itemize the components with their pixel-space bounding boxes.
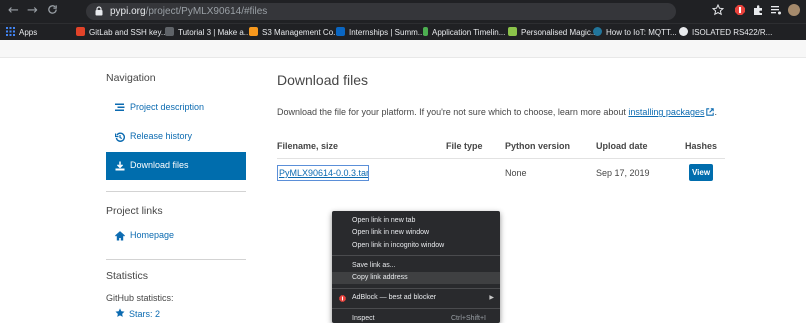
bookmark-tutorial[interactable]: Tutorial 3 | Make a...: [165, 26, 250, 39]
header-file-type: File type: [446, 141, 483, 151]
bookmark-gitlab[interactable]: GitLab and SSH key...: [76, 26, 168, 39]
menu-adblock[interactable]: AdBlock — best ad blocker ▶: [332, 292, 500, 304]
aws-icon: [249, 27, 258, 36]
menu-open-incognito[interactable]: Open link in incognito window: [332, 240, 500, 252]
internships-icon: [336, 27, 345, 36]
star-icon[interactable]: [712, 4, 724, 16]
forward-icon[interactable]: →: [27, 3, 38, 19]
adblock-extension-icon[interactable]: [734, 4, 746, 16]
star-icon: [115, 308, 125, 317]
nav-label: Release history: [130, 131, 193, 141]
nav-release-history[interactable]: Release history: [106, 123, 246, 151]
url-text: pypi.org/project/PyMLX90614/#files: [110, 6, 268, 17]
nav-download-files[interactable]: Download files: [106, 152, 246, 180]
menu-save-link-as[interactable]: Save link as...: [332, 260, 500, 272]
context-menu: Open link in new tab Open link in new wi…: [332, 211, 500, 323]
apps-grid-icon: [6, 27, 15, 36]
table-divider: [277, 158, 725, 159]
view-hashes-button[interactable]: View: [689, 164, 713, 181]
adblock-icon: [339, 295, 346, 303]
intro-text: Download the file for your platform. If …: [277, 107, 717, 117]
wordpress-icon: [593, 27, 602, 36]
python-version-cell: None: [505, 168, 527, 178]
file-download-link[interactable]: PyMLX90614-0.0.3.tar.gz: [277, 165, 369, 181]
installing-packages-link[interactable]: installing packages: [628, 107, 704, 117]
menu-separator: [332, 255, 500, 257]
history-icon: [115, 132, 125, 142]
bookmark-apps[interactable]: Apps: [6, 26, 37, 39]
application-icon: [423, 27, 428, 36]
reload-icon[interactable]: [47, 4, 58, 20]
address-bar[interactable]: pypi.org/project/PyMLX90614/#files: [86, 3, 676, 20]
back-icon[interactable]: ←: [8, 3, 19, 19]
extensions-puzzle-icon[interactable]: [752, 4, 764, 16]
download-icon: [115, 161, 125, 171]
inspect-shortcut: Ctrl+Shift+I: [450, 314, 486, 322]
bookmark-internships[interactable]: Internships | Summ...: [336, 26, 424, 39]
menu-separator: [332, 308, 500, 310]
bookmarks-bar: Apps GitLab and SSH key... Tutorial 3 | …: [0, 23, 806, 40]
header-python-version: Python version: [505, 141, 571, 151]
header-hashes: Hashes: [685, 141, 718, 151]
menu-inspect[interactable]: Inspect Ctrl+Shift+I: [332, 313, 500, 323]
browser-toolbar: ← → pypi.org/project/PyMLX90614/#files: [0, 0, 806, 23]
upload-date-cell: Sep 17, 2019: [596, 168, 650, 178]
menu-open-new-window[interactable]: Open link in new window: [332, 227, 500, 239]
divider: [106, 191, 246, 192]
navigation-heading: Navigation: [106, 72, 156, 84]
align-left-icon: [115, 103, 125, 111]
statistics-heading: Statistics: [106, 270, 149, 282]
personalised-icon: [508, 27, 517, 36]
home-icon: [115, 231, 125, 241]
github-stats-label: GitHub statistics:: [106, 293, 174, 303]
homepage-label: Homepage: [130, 230, 175, 240]
bookmark-s3[interactable]: S3 Management Co...: [249, 26, 340, 39]
header-stripe: [0, 40, 806, 58]
stars-link[interactable]: Stars: 2: [115, 308, 160, 319]
nav-project-description[interactable]: Project description: [106, 94, 246, 122]
nav-label: Download files: [130, 160, 189, 170]
bookmark-isolated[interactable]: ISOLATED RS422/R...: [679, 26, 772, 39]
bookmark-application[interactable]: Application Timelin...: [423, 26, 505, 39]
bookmark-personalised[interactable]: Personalised Magic...: [508, 26, 597, 39]
media-queue-icon[interactable]: [770, 4, 782, 16]
menu-separator: [332, 287, 500, 289]
globe-icon: [679, 27, 688, 36]
divider: [106, 259, 246, 260]
menu-copy-link-address[interactable]: Copy link address: [332, 272, 500, 285]
header-filename: Filename, size: [277, 141, 339, 151]
bookmark-iot[interactable]: How to IoT: MQTT...: [593, 26, 677, 39]
lock-icon: [95, 6, 103, 16]
profile-avatar[interactable]: [788, 4, 800, 16]
page-title: Download files: [277, 72, 369, 88]
header-upload-date: Upload date: [596, 141, 648, 151]
project-links-heading: Project links: [106, 205, 163, 217]
menu-open-new-tab[interactable]: Open link in new tab: [332, 215, 500, 227]
gitlab-icon: [76, 27, 85, 36]
page-content: Navigation Project description Release h…: [0, 40, 806, 323]
nav-label: Project description: [130, 102, 205, 112]
page-icon: [165, 27, 174, 36]
homepage-link[interactable]: Homepage: [106, 222, 246, 250]
submenu-arrow-icon: ▶: [489, 295, 494, 302]
